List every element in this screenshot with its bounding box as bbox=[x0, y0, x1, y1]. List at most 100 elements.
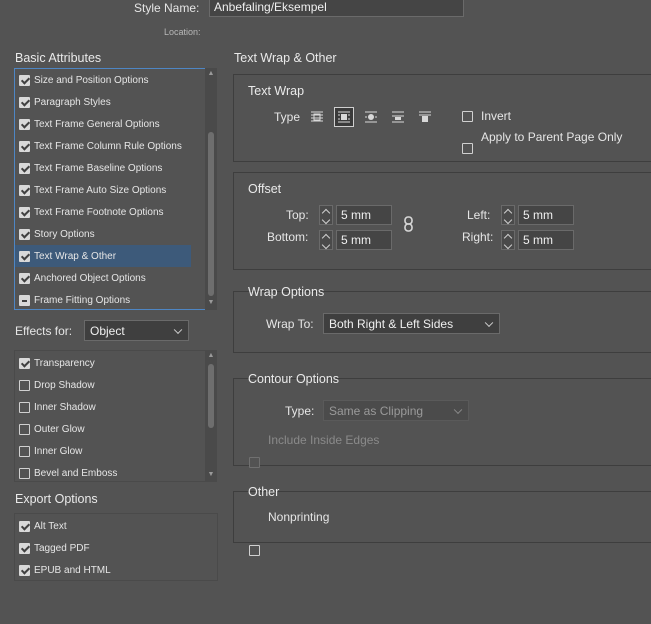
list-item[interactable]: Size and Position Options bbox=[15, 69, 191, 91]
no-wrap-icon[interactable] bbox=[307, 107, 327, 127]
invert-checkbox[interactable] bbox=[462, 111, 473, 122]
basic-attributes-list[interactable]: Size and Position Options Paragraph Style… bbox=[14, 68, 206, 310]
list-item-label: Tagged PDF bbox=[34, 542, 90, 554]
wrap-to-dropdown[interactable]: Both Right & Left Sides bbox=[323, 313, 500, 334]
list-item[interactable]: Tagged PDF bbox=[15, 537, 217, 559]
list-item[interactable]: Text Frame General Options bbox=[15, 113, 191, 135]
list-item[interactable]: Text Wrap & Other bbox=[15, 245, 191, 267]
effects-scrollbar[interactable]: ▲ ▼ bbox=[205, 350, 217, 482]
list-item[interactable]: Drop Shadow bbox=[15, 374, 191, 396]
offset-left-stepper[interactable] bbox=[501, 205, 515, 225]
scroll-up-icon[interactable]: ▲ bbox=[206, 351, 216, 361]
wrap-bounding-box-icon[interactable] bbox=[334, 107, 354, 127]
list-item-checkbox[interactable] bbox=[19, 445, 30, 457]
list-item-checkbox[interactable] bbox=[19, 564, 30, 576]
list-item-label: Drop Shadow bbox=[34, 379, 95, 391]
wrap-to-label: Wrap To: bbox=[266, 317, 314, 331]
list-item-label: Size and Position Options bbox=[34, 74, 149, 86]
offset-right-stepper[interactable] bbox=[501, 230, 515, 250]
list-item-checkbox[interactable] bbox=[19, 162, 30, 174]
list-item[interactable]: Alt Text bbox=[15, 515, 217, 537]
style-name-input[interactable] bbox=[209, 0, 464, 17]
wrap-to-value: Both Right & Left Sides bbox=[329, 316, 454, 331]
list-item[interactable]: Text Frame Auto Size Options bbox=[15, 179, 191, 201]
list-item-checkbox[interactable] bbox=[19, 423, 30, 435]
offset-bottom-input[interactable] bbox=[336, 230, 392, 250]
list-item-checkbox[interactable] bbox=[19, 401, 30, 413]
list-item-checkbox[interactable] bbox=[19, 379, 30, 391]
list-item-checkbox[interactable] bbox=[19, 294, 30, 306]
scroll-down-icon[interactable]: ▼ bbox=[206, 298, 216, 308]
include-inside-edges-label: Include Inside Edges bbox=[268, 433, 380, 447]
list-item-checkbox[interactable] bbox=[19, 118, 30, 130]
link-chain-icon[interactable] bbox=[403, 216, 415, 232]
effects-for-value: Object bbox=[90, 323, 125, 338]
list-item-label: Inner Glow bbox=[34, 445, 83, 457]
list-item-checkbox[interactable] bbox=[19, 228, 30, 240]
nonprinting-label: Nonprinting bbox=[268, 510, 330, 524]
list-item-checkbox[interactable] bbox=[19, 357, 30, 369]
contour-type-value: Same as Clipping bbox=[329, 403, 424, 418]
list-item-checkbox[interactable] bbox=[19, 140, 30, 152]
list-item[interactable]: Inner Shadow bbox=[15, 396, 191, 418]
list-item-label: Text Frame General Options bbox=[34, 118, 160, 130]
apply-parent-page-checkbox[interactable] bbox=[462, 143, 473, 154]
list-item-label: Paragraph Styles bbox=[34, 96, 111, 108]
scroll-down-icon[interactable]: ▼ bbox=[206, 470, 216, 480]
jump-to-next-column-icon[interactable] bbox=[415, 107, 435, 127]
list-item-checkbox[interactable] bbox=[19, 74, 30, 86]
effects-for-dropdown[interactable]: Object bbox=[84, 320, 189, 341]
list-item[interactable]: Paragraph Styles bbox=[15, 91, 191, 113]
wrap-options-heading: Wrap Options bbox=[248, 285, 325, 299]
offset-bottom-label: Bottom: bbox=[267, 230, 309, 244]
list-item-label: Text Frame Column Rule Options bbox=[34, 140, 182, 152]
scroll-up-icon[interactable]: ▲ bbox=[206, 69, 216, 79]
list-item-label: Anchored Object Options bbox=[34, 272, 146, 284]
list-item-checkbox[interactable] bbox=[19, 184, 30, 196]
offset-top-input[interactable] bbox=[336, 205, 392, 225]
basic-attributes-heading: Basic Attributes bbox=[15, 51, 102, 65]
list-item[interactable]: Inner Glow bbox=[15, 440, 191, 462]
offset-left-input[interactable] bbox=[518, 205, 574, 225]
scroll-thumb[interactable] bbox=[208, 364, 214, 428]
jump-object-icon[interactable] bbox=[388, 107, 408, 127]
list-item-label: Text Frame Footnote Options bbox=[34, 206, 164, 218]
list-item-checkbox[interactable] bbox=[19, 272, 30, 284]
list-item-label: Transparency bbox=[34, 357, 95, 369]
list-item-label: Text Frame Auto Size Options bbox=[34, 184, 167, 196]
list-item[interactable]: Text Frame Footnote Options bbox=[15, 201, 191, 223]
contour-type-dropdown[interactable]: Same as Clipping bbox=[323, 400, 469, 421]
chevron-down-icon bbox=[484, 318, 494, 327]
style-name-label: Style Name: bbox=[134, 1, 200, 15]
list-item[interactable]: Transparency bbox=[15, 352, 191, 374]
scroll-thumb[interactable] bbox=[208, 132, 214, 296]
list-item[interactable]: Anchored Object Options bbox=[15, 267, 191, 289]
list-item[interactable]: Text Frame Baseline Options bbox=[15, 157, 191, 179]
nonprinting-checkbox[interactable] bbox=[249, 545, 260, 556]
contour-options-section bbox=[233, 378, 651, 466]
offset-bottom-stepper[interactable] bbox=[319, 230, 333, 250]
list-item[interactable]: Story Options bbox=[15, 223, 191, 245]
wrap-object-shape-icon[interactable] bbox=[361, 107, 381, 127]
list-item-checkbox[interactable] bbox=[19, 206, 30, 218]
list-item-checkbox[interactable] bbox=[19, 542, 30, 554]
list-item[interactable]: Outer Glow bbox=[15, 418, 191, 440]
offset-right-input[interactable] bbox=[518, 230, 574, 250]
list-item-checkbox[interactable] bbox=[19, 467, 30, 479]
list-item-checkbox[interactable] bbox=[19, 250, 30, 262]
effects-list[interactable]: Transparency Drop Shadow Inner Shadow Outer… bbox=[14, 350, 206, 482]
list-item-label: Text Frame Baseline Options bbox=[34, 162, 163, 174]
panel-title: Text Wrap & Other bbox=[234, 51, 337, 65]
list-item-checkbox[interactable] bbox=[19, 520, 30, 532]
export-options-list[interactable]: Alt Text Tagged PDF EPUB and HTML bbox=[14, 513, 218, 581]
effects-for-label: Effects for: bbox=[15, 324, 73, 338]
list-item[interactable]: Bevel and Emboss bbox=[15, 462, 191, 481]
offset-top-stepper[interactable] bbox=[319, 205, 333, 225]
list-item-checkbox[interactable] bbox=[19, 96, 30, 108]
list-item[interactable]: EPUB and HTML bbox=[15, 559, 217, 580]
basic-attributes-scrollbar[interactable]: ▲ ▼ bbox=[205, 68, 217, 310]
list-item[interactable]: Frame Fitting Options bbox=[15, 289, 191, 309]
list-item[interactable]: Text Frame Column Rule Options bbox=[15, 135, 191, 157]
list-item-label: Story Options bbox=[34, 228, 95, 240]
include-inside-edges-checkbox[interactable] bbox=[249, 457, 260, 468]
